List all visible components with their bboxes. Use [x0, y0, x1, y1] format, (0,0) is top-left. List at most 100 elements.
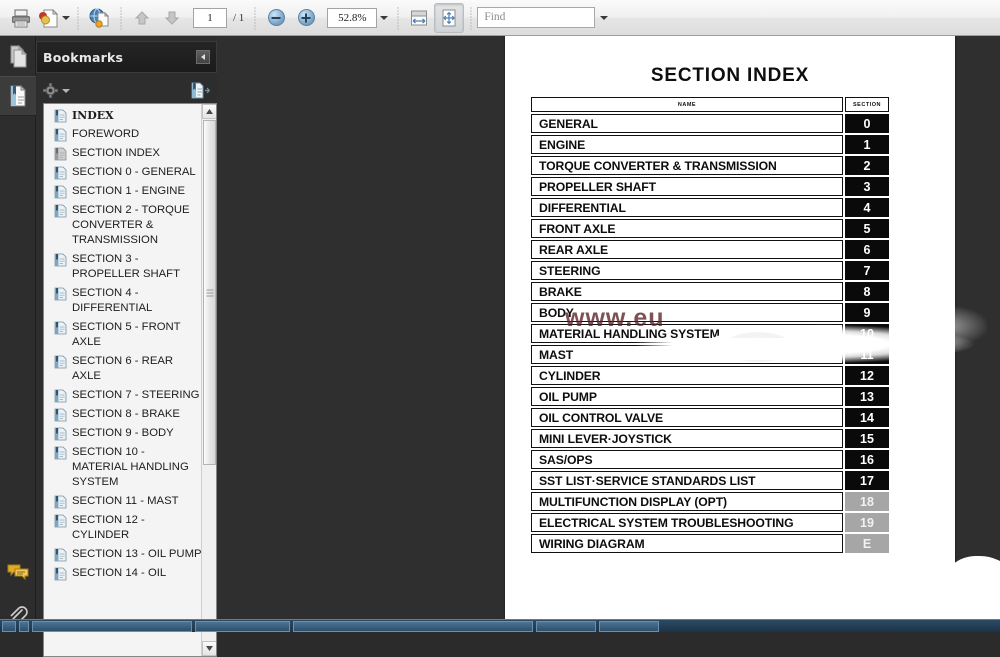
table-row[interactable]: PROPELLER SHAFT3	[531, 177, 889, 196]
bookmark-item[interactable]: FOREWORD	[50, 126, 202, 143]
table-row[interactable]: SST LIST·SERVICE STANDARDS LIST17	[531, 471, 889, 490]
row-name-cell: BRAKE	[531, 282, 843, 301]
scroll-up-arrow-icon[interactable]	[202, 104, 217, 119]
bookmark-item[interactable]: SECTION 13 - OIL PUMP	[50, 546, 202, 563]
taskbar-window-2[interactable]	[195, 621, 290, 632]
bookmark-item[interactable]: SECTION 0 - GENERAL	[50, 164, 202, 181]
zoom-in-button[interactable]	[291, 3, 321, 33]
table-row[interactable]: MATERIAL HANDLING SYSTEM10	[531, 324, 889, 343]
row-name-cell: OIL PUMP	[531, 387, 843, 406]
table-row[interactable]: MINI LEVER·JOYSTICK15	[531, 429, 889, 448]
row-name-cell: MINI LEVER·JOYSTICK	[531, 429, 843, 448]
zoom-out-button[interactable]	[261, 3, 291, 33]
bookmark-item[interactable]: SECTION 10 - MATERIAL HANDLING SYSTEM	[50, 444, 202, 491]
table-row[interactable]: BRAKE8	[531, 282, 889, 301]
scroll-down-arrow-icon[interactable]	[202, 641, 217, 656]
bookmark-item[interactable]: SECTION 14 - OIL	[50, 565, 202, 582]
row-name-cell: MAST	[531, 345, 843, 364]
page-number-input[interactable]: 1	[193, 8, 227, 28]
bookmark-item[interactable]: SECTION 2 - TORQUE CONVERTER & TRANSMISS…	[50, 202, 202, 249]
bookmarks-scrollbar[interactable]	[201, 104, 216, 656]
bookmark-item[interactable]: SECTION 9 - BODY	[50, 425, 202, 442]
bookmark-item-label: SECTION 12 - CYLINDER	[72, 513, 202, 543]
sidebar-icon-rail	[0, 36, 36, 619]
row-section-cell: 12	[845, 366, 889, 385]
previous-page-button[interactable]	[127, 3, 157, 33]
pdf-page: SECTION INDEX NAME SECTION GENERAL0ENGIN…	[505, 36, 955, 619]
bookmark-item-label: SECTION 10 - MATERIAL HANDLING SYSTEM	[72, 445, 202, 490]
table-row[interactable]: OIL CONTROL VALVE14	[531, 408, 889, 427]
taskbar-quicklaunch-1[interactable]	[19, 621, 29, 632]
row-section-cell: 4	[845, 198, 889, 217]
snapshot-button[interactable]	[36, 3, 71, 33]
bookmark-item[interactable]: SECTION 11 - MAST	[50, 493, 202, 510]
taskbar-window-3[interactable]	[293, 621, 533, 632]
taskbar-window-4[interactable]	[536, 621, 596, 632]
taskbar-window-1[interactable]	[32, 621, 192, 632]
bookmark-item[interactable]: SECTION 12 - CYLINDER	[50, 512, 202, 544]
table-row[interactable]: REAR AXLE6	[531, 240, 889, 259]
collapse-left-icon[interactable]	[196, 50, 210, 64]
caret-down-icon[interactable]	[62, 89, 70, 93]
table-row[interactable]: TORQUE CONVERTER & TRANSMISSION2	[531, 156, 889, 175]
table-row[interactable]: MULTIFUNCTION DISPLAY (OPT)18	[531, 492, 889, 511]
bookmark-item[interactable]: SECTION 8 - BRAKE	[50, 406, 202, 423]
bookmark-item[interactable]: SECTION 1 - ENGINE	[50, 183, 202, 200]
bookmark-item-label: INDEX	[72, 108, 114, 123]
row-name-cell: MATERIAL HANDLING SYSTEM	[531, 324, 843, 343]
bookmark-item-icon	[54, 185, 67, 199]
table-row[interactable]: FRONT AXLE5	[531, 219, 889, 238]
bookmark-item-icon	[54, 204, 67, 218]
bookmark-item[interactable]: SECTION 7 - STEERING	[50, 387, 202, 404]
row-name-cell: FRONT AXLE	[531, 219, 843, 238]
bookmark-item[interactable]: SECTION INDEX	[50, 145, 202, 162]
row-section-cell: 16	[845, 450, 889, 469]
bookmark-item-label: SECTION INDEX	[72, 146, 160, 161]
table-row[interactable]: ENGINE1	[531, 135, 889, 154]
zoom-level-input[interactable]: 52.8%	[327, 8, 377, 28]
fit-page-button[interactable]	[434, 3, 464, 33]
table-row[interactable]: STEERING7	[531, 261, 889, 280]
document-view[interactable]: SECTION INDEX NAME SECTION GENERAL0ENGIN…	[217, 36, 1000, 619]
print-button[interactable]	[6, 3, 36, 33]
bookmark-item[interactable]: SECTION 3 - PROPELLER SHAFT	[50, 251, 202, 283]
bookmark-item-label: SECTION 2 - TORQUE CONVERTER & TRANSMISS…	[72, 203, 202, 248]
taskbar-window-5[interactable]	[599, 621, 659, 632]
bookmark-item[interactable]: SECTION 4 - DIFFERENTIAL	[50, 285, 202, 317]
bookmark-item[interactable]: SECTION 5 - FRONT AXLE	[50, 319, 202, 351]
zoom-dropdown-button[interactable]	[377, 3, 391, 33]
bookmarks-panel-header: Bookmarks	[36, 41, 217, 73]
bookmark-item-icon	[54, 355, 67, 369]
table-row[interactable]: GENERAL0	[531, 114, 889, 133]
expand-bookmarks-icon[interactable]	[190, 82, 210, 99]
bookmark-item[interactable]: INDEX	[50, 107, 202, 124]
web-capture-button[interactable]	[84, 3, 114, 33]
table-row[interactable]: MAST11	[531, 345, 889, 364]
rail-item-bookmarks[interactable]	[0, 76, 36, 116]
fit-width-button[interactable]	[404, 3, 434, 33]
table-row[interactable]: DIFFERENTIAL4	[531, 198, 889, 217]
scrollbar-thumb[interactable]	[203, 120, 216, 465]
comment-bubbles-icon	[6, 562, 30, 582]
row-section-cell: E	[845, 534, 889, 553]
table-row[interactable]: WIRING DIAGRAME	[531, 534, 889, 553]
table-row[interactable]: BODY9	[531, 303, 889, 322]
taskbar-start-button[interactable]	[2, 621, 16, 632]
find-dropdown-button[interactable]	[595, 3, 613, 33]
bookmark-item-label: SECTION 4 - DIFFERENTIAL	[72, 286, 202, 316]
snapshot-caret-icon[interactable]	[62, 16, 70, 20]
find-input[interactable]: Find	[477, 7, 595, 28]
table-row[interactable]: CYLINDER12	[531, 366, 889, 385]
table-header-row: NAME SECTION	[531, 97, 889, 112]
rail-item-pages[interactable]	[0, 36, 36, 76]
bookmark-item[interactable]: SECTION 6 - REAR AXLE	[50, 353, 202, 385]
main-toolbar: 1 / 1 52.8% Find	[0, 0, 1000, 36]
table-row[interactable]: SAS/OPS16	[531, 450, 889, 469]
bookmark-item-icon	[54, 495, 67, 509]
rail-item-comments[interactable]	[0, 552, 36, 592]
table-row[interactable]: ELECTRICAL SYSTEM TROUBLESHOOTING19	[531, 513, 889, 532]
table-row[interactable]: OIL PUMP13	[531, 387, 889, 406]
next-page-button[interactable]	[157, 3, 187, 33]
bookmarks-options-toolbar	[36, 78, 217, 103]
gear-icon[interactable]	[43, 83, 58, 98]
